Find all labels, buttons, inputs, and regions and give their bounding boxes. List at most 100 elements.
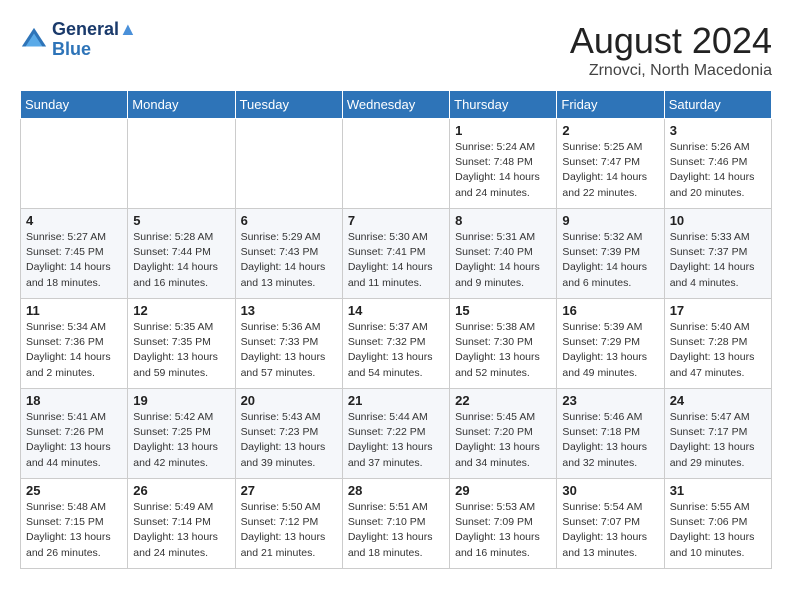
day-number: 15	[455, 303, 551, 318]
calendar-cell: 12 Sunrise: 5:35 AMSunset: 7:35 PMDayligh…	[128, 299, 235, 389]
day-number: 26	[133, 483, 229, 498]
day-number: 12	[133, 303, 229, 318]
day-number: 23	[562, 393, 658, 408]
weekday-header-thursday: Thursday	[450, 91, 557, 119]
day-info: Sunrise: 5:37 AMSunset: 7:32 PMDaylight:…	[348, 320, 444, 381]
day-info: Sunrise: 5:47 AMSunset: 7:17 PMDaylight:…	[670, 410, 766, 471]
day-info: Sunrise: 5:55 AMSunset: 7:06 PMDaylight:…	[670, 500, 766, 561]
day-info: Sunrise: 5:38 AMSunset: 7:30 PMDaylight:…	[455, 320, 551, 381]
week-row-1: 1 Sunrise: 5:24 AMSunset: 7:48 PMDaylight…	[21, 119, 772, 209]
calendar-cell: 31 Sunrise: 5:55 AMSunset: 7:06 PMDayligh…	[664, 479, 771, 569]
day-number: 3	[670, 123, 766, 138]
day-number: 22	[455, 393, 551, 408]
day-info: Sunrise: 5:24 AMSunset: 7:48 PMDaylight:…	[455, 140, 551, 201]
day-info: Sunrise: 5:35 AMSunset: 7:35 PMDaylight:…	[133, 320, 229, 381]
calendar-cell: 17Sunrise: 5:40 AMSunset: 7:28 PMDayligh…	[664, 299, 771, 389]
calendar-cell: 28 Sunrise: 5:51 AMSunset: 7:10 PMDayligh…	[342, 479, 449, 569]
day-info: Sunrise: 5:25 AMSunset: 7:47 PMDaylight:…	[562, 140, 658, 201]
weekday-header-sunday: Sunday	[21, 91, 128, 119]
calendar-cell: 22 Sunrise: 5:45 AMSunset: 7:20 PMDayligh…	[450, 389, 557, 479]
week-row-5: 25 Sunrise: 5:48 AMSunset: 7:15 PMDayligh…	[21, 479, 772, 569]
day-info: Sunrise: 5:36 AMSunset: 7:33 PMDaylight:…	[241, 320, 337, 381]
day-number: 30	[562, 483, 658, 498]
calendar-table: SundayMondayTuesdayWednesdayThursdayFrid…	[20, 90, 772, 569]
day-info: Sunrise: 5:30 AMSunset: 7:41 PMDaylight:…	[348, 230, 444, 291]
day-info: Sunrise: 5:48 AMSunset: 7:15 PMDaylight:…	[26, 500, 122, 561]
day-number: 9	[562, 213, 658, 228]
calendar-cell: 3 Sunrise: 5:26 AMSunset: 7:46 PMDaylight…	[664, 119, 771, 209]
page-header: General▲ Blue August 2024 Zrnovci, North…	[20, 20, 772, 80]
day-info: Sunrise: 5:54 AMSunset: 7:07 PMDaylight:…	[562, 500, 658, 561]
calendar-cell: 2 Sunrise: 5:25 AMSunset: 7:47 PMDaylight…	[557, 119, 664, 209]
calendar-cell: 23 Sunrise: 5:46 AMSunset: 7:18 PMDayligh…	[557, 389, 664, 479]
day-number: 2	[562, 123, 658, 138]
day-number: 5	[133, 213, 229, 228]
day-info: Sunrise: 5:27 AMSunset: 7:45 PMDaylight:…	[26, 230, 122, 291]
calendar-cell: 29 Sunrise: 5:53 AMSunset: 7:09 PMDayligh…	[450, 479, 557, 569]
calendar-cell	[235, 119, 342, 209]
day-number: 8	[455, 213, 551, 228]
day-info: Sunrise: 5:33 AMSunset: 7:37 PMDaylight:…	[670, 230, 766, 291]
calendar-cell	[128, 119, 235, 209]
calendar-cell: 16 Sunrise: 5:39 AMSunset: 7:29 PMDayligh…	[557, 299, 664, 389]
day-number: 21	[348, 393, 444, 408]
day-info: Sunrise: 5:45 AMSunset: 7:20 PMDaylight:…	[455, 410, 551, 471]
week-row-3: 11 Sunrise: 5:34 AMSunset: 7:36 PMDayligh…	[21, 299, 772, 389]
weekday-header-tuesday: Tuesday	[235, 91, 342, 119]
day-number: 25	[26, 483, 122, 498]
day-number: 19	[133, 393, 229, 408]
day-number: 7	[348, 213, 444, 228]
day-info: Sunrise: 5:53 AMSunset: 7:09 PMDaylight:…	[455, 500, 551, 561]
day-info: Sunrise: 5:44 AMSunset: 7:22 PMDaylight:…	[348, 410, 444, 471]
day-number: 6	[241, 213, 337, 228]
day-info: Sunrise: 5:41 AMSunset: 7:26 PMDaylight:…	[26, 410, 122, 471]
day-number: 13	[241, 303, 337, 318]
calendar-cell: 25 Sunrise: 5:48 AMSunset: 7:15 PMDayligh…	[21, 479, 128, 569]
calendar-cell	[342, 119, 449, 209]
day-number: 1	[455, 123, 551, 138]
calendar-cell	[21, 119, 128, 209]
day-number: 20	[241, 393, 337, 408]
day-number: 28	[348, 483, 444, 498]
day-info: Sunrise: 5:29 AMSunset: 7:43 PMDaylight:…	[241, 230, 337, 291]
day-info: Sunrise: 5:51 AMSunset: 7:10 PMDaylight:…	[348, 500, 444, 561]
day-info: Sunrise: 5:42 AMSunset: 7:25 PMDaylight:…	[133, 410, 229, 471]
week-row-2: 4Sunrise: 5:27 AMSunset: 7:45 PMDaylight…	[21, 209, 772, 299]
day-number: 27	[241, 483, 337, 498]
day-number: 24	[670, 393, 766, 408]
calendar-cell: 26 Sunrise: 5:49 AMSunset: 7:14 PMDayligh…	[128, 479, 235, 569]
calendar-cell: 20Sunrise: 5:43 AMSunset: 7:23 PMDayligh…	[235, 389, 342, 479]
day-info: Sunrise: 5:31 AMSunset: 7:40 PMDaylight:…	[455, 230, 551, 291]
location: Zrnovci, North Macedonia	[570, 62, 772, 80]
weekday-header-friday: Friday	[557, 91, 664, 119]
logo-text: General▲ Blue	[52, 20, 137, 60]
calendar-cell: 27Sunrise: 5:50 AMSunset: 7:12 PMDayligh…	[235, 479, 342, 569]
day-number: 10	[670, 213, 766, 228]
day-info: Sunrise: 5:32 AMSunset: 7:39 PMDaylight:…	[562, 230, 658, 291]
calendar-cell: 6 Sunrise: 5:29 AMSunset: 7:43 PMDaylight…	[235, 209, 342, 299]
calendar-cell: 9 Sunrise: 5:32 AMSunset: 7:39 PMDaylight…	[557, 209, 664, 299]
day-number: 11	[26, 303, 122, 318]
calendar-cell: 30 Sunrise: 5:54 AMSunset: 7:07 PMDayligh…	[557, 479, 664, 569]
calendar-cell: 7 Sunrise: 5:30 AMSunset: 7:41 PMDaylight…	[342, 209, 449, 299]
calendar-cell: 4Sunrise: 5:27 AMSunset: 7:45 PMDaylight…	[21, 209, 128, 299]
day-info: Sunrise: 5:28 AMSunset: 7:44 PMDaylight:…	[133, 230, 229, 291]
day-number: 16	[562, 303, 658, 318]
calendar-cell: 14Sunrise: 5:37 AMSunset: 7:32 PMDayligh…	[342, 299, 449, 389]
day-info: Sunrise: 5:26 AMSunset: 7:46 PMDaylight:…	[670, 140, 766, 201]
day-info: Sunrise: 5:49 AMSunset: 7:14 PMDaylight:…	[133, 500, 229, 561]
day-info: Sunrise: 5:39 AMSunset: 7:29 PMDaylight:…	[562, 320, 658, 381]
day-number: 18	[26, 393, 122, 408]
logo-icon	[20, 26, 48, 54]
day-number: 31	[670, 483, 766, 498]
calendar-cell: 24 Sunrise: 5:47 AMSunset: 7:17 PMDayligh…	[664, 389, 771, 479]
day-info: Sunrise: 5:34 AMSunset: 7:36 PMDaylight:…	[26, 320, 122, 381]
day-number: 29	[455, 483, 551, 498]
weekday-header-saturday: Saturday	[664, 91, 771, 119]
calendar-cell: 5 Sunrise: 5:28 AMSunset: 7:44 PMDaylight…	[128, 209, 235, 299]
calendar-cell: 1 Sunrise: 5:24 AMSunset: 7:48 PMDaylight…	[450, 119, 557, 209]
calendar-cell: 18 Sunrise: 5:41 AMSunset: 7:26 PMDayligh…	[21, 389, 128, 479]
day-info: Sunrise: 5:46 AMSunset: 7:18 PMDaylight:…	[562, 410, 658, 471]
month-year: August 2024	[570, 20, 772, 62]
day-number: 17	[670, 303, 766, 318]
